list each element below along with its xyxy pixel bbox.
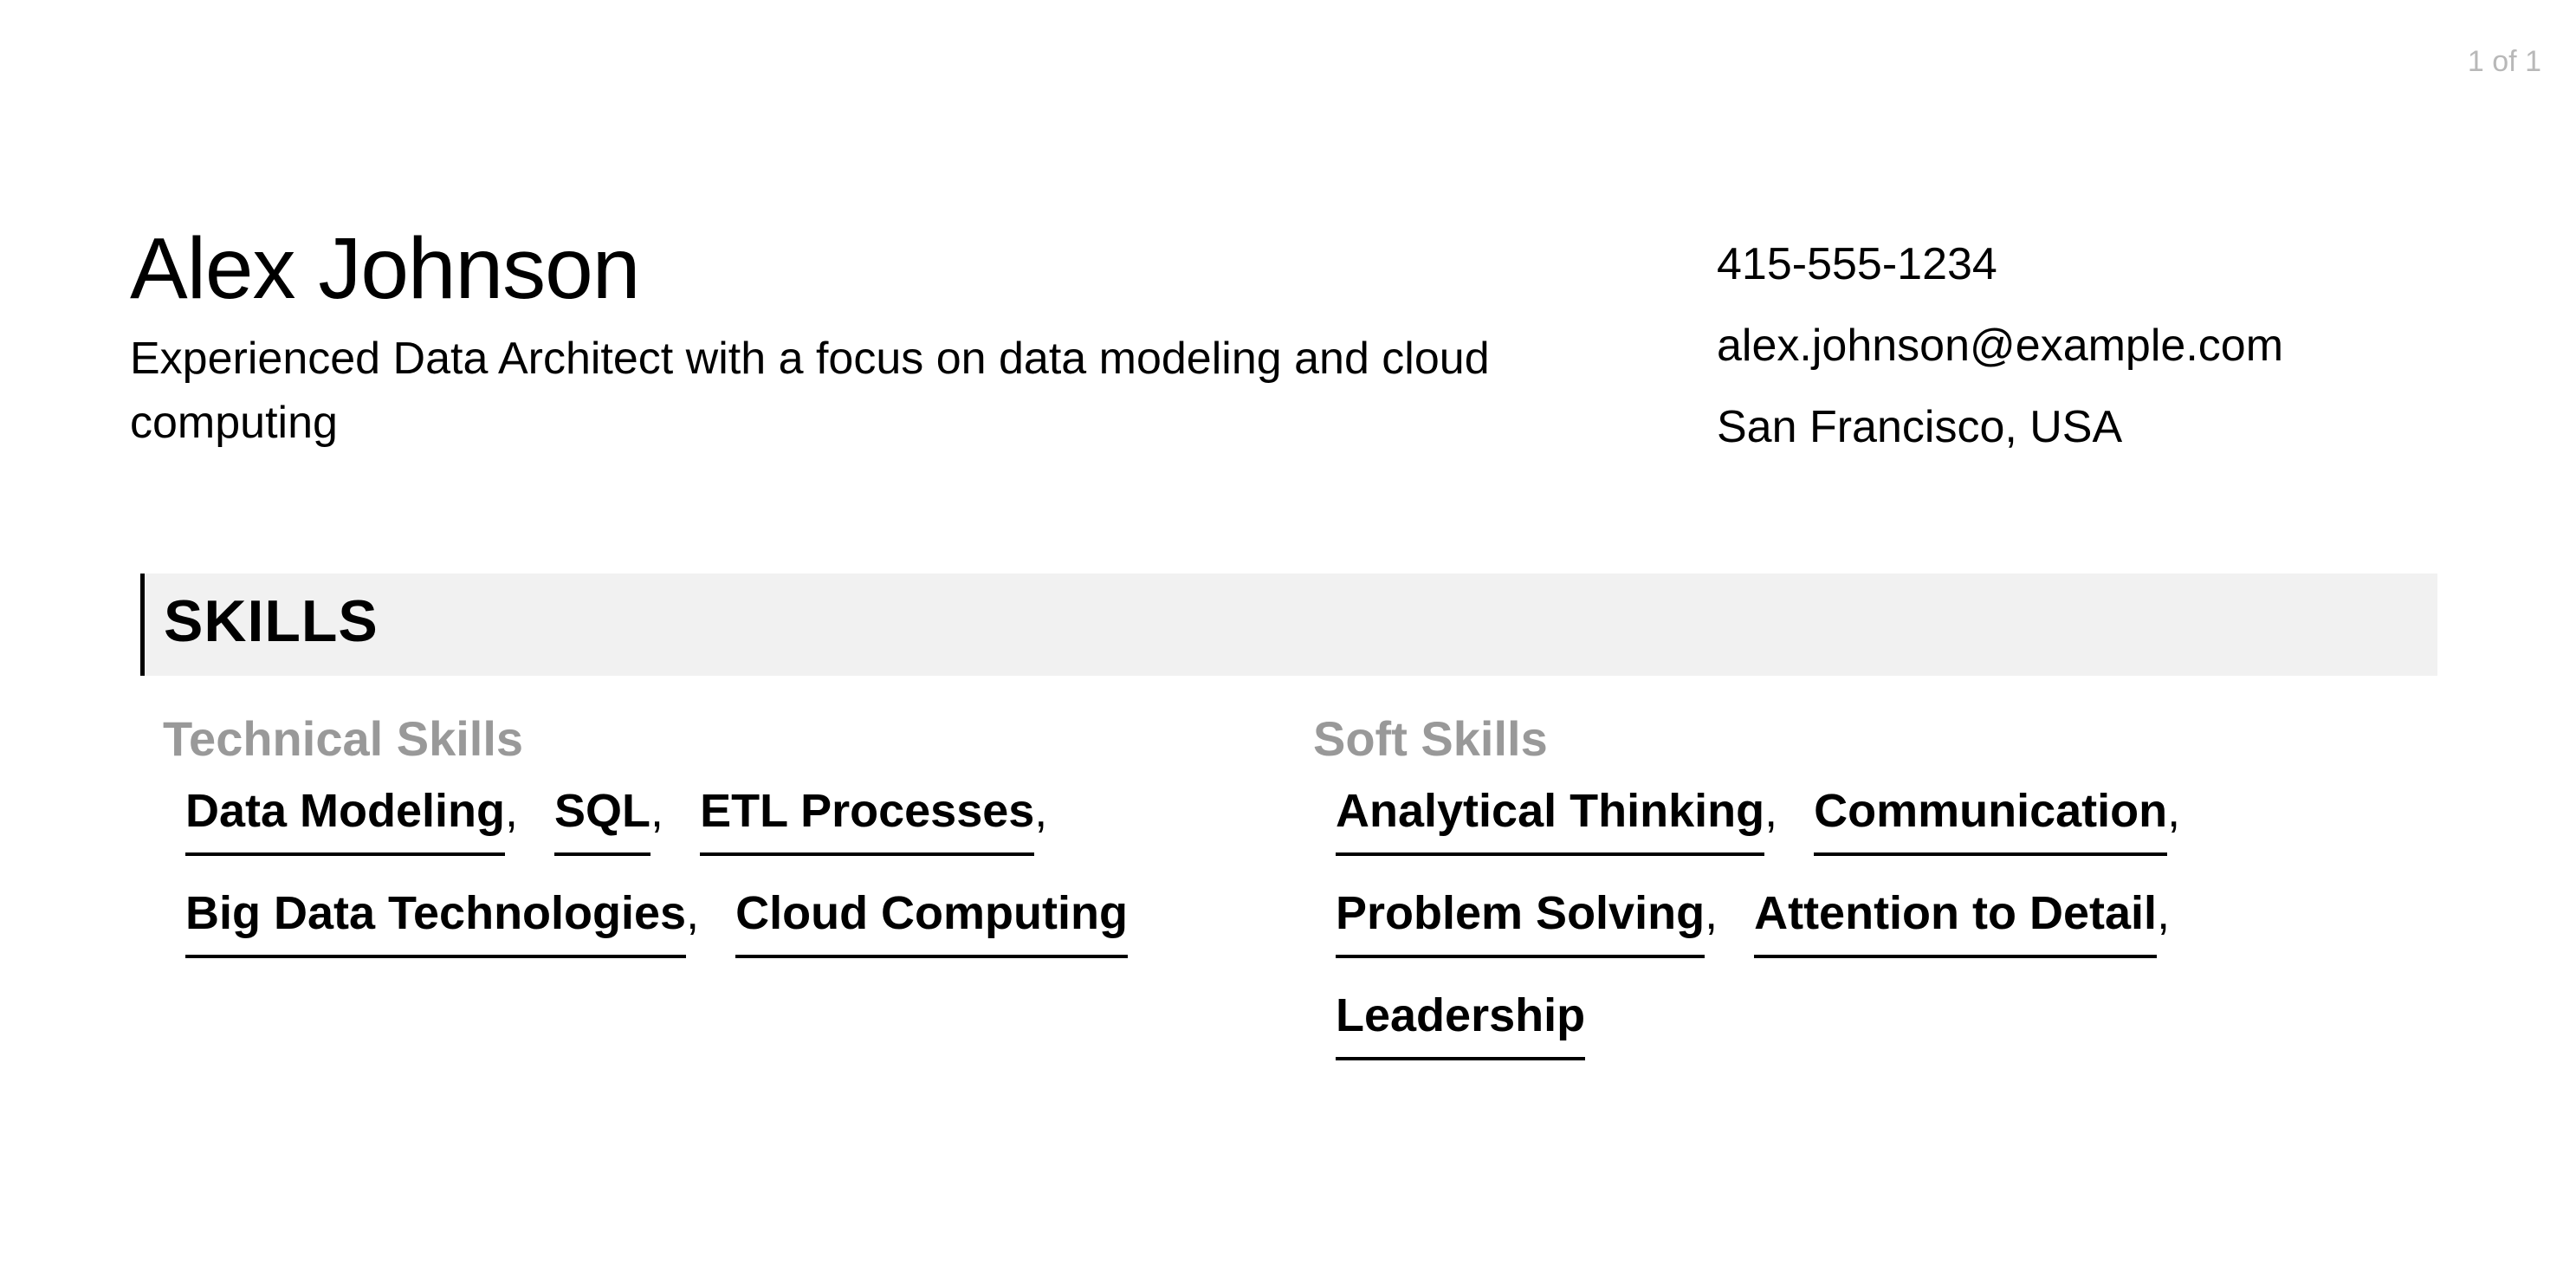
skill-label: Communication (1814, 785, 2168, 856)
soft-skills-title: Soft Skills (1313, 711, 1548, 766)
skill-tag: Problem Solving, (1336, 886, 1718, 958)
contact-email: alex.johnson@example.com (1717, 321, 2284, 371)
skill-tag: ETL Processes, (700, 784, 1048, 856)
skill-label: Data Modeling (185, 785, 506, 856)
professional-summary: Experienced Data Architect with a focus … (130, 334, 1490, 448)
separator: , (1705, 887, 1718, 939)
skill-tag: Communication, (1814, 784, 2181, 856)
skill-tag: Leadership (1336, 989, 1586, 1060)
separator: , (2167, 785, 2181, 837)
technical-skills-title: Technical Skills (163, 711, 524, 766)
skill-label: Big Data Technologies (185, 887, 687, 958)
skill-tag: Cloud Computing (735, 886, 1128, 958)
section-title: SKILLS (164, 588, 379, 654)
contact-phone: 415-555-1234 (1717, 239, 1997, 289)
soft-skills-list: Analytical Thinking, Communication, Proble… (1313, 784, 2401, 1091)
skill-label: Attention to Detail (1754, 887, 2158, 958)
soft-skills-group: Soft Skills Analytical Thinking, Communic… (1313, 710, 2422, 1091)
skill-label: Leadership (1336, 989, 1586, 1060)
separator: , (650, 785, 664, 837)
separator: , (686, 887, 700, 939)
page-indicator: 1 of 1 (2467, 45, 2541, 78)
separator: , (1764, 785, 1778, 837)
skill-tag: Big Data Technologies, (185, 886, 700, 958)
technical-skills-group: Technical Skills Data Modeling, SQL, ETL P… (163, 710, 1272, 989)
skill-tag: SQL, (554, 784, 664, 856)
separator: , (1034, 785, 1048, 837)
skills-section-header: SKILLS (140, 574, 2437, 676)
separator: , (2157, 887, 2171, 939)
contact-info: 415-555-1234 alex.johnson@example.com Sa… (1717, 224, 2283, 468)
resume-header: Alex Johnson Experienced Data Architect … (130, 221, 1654, 455)
skill-label: Problem Solving (1336, 887, 1705, 958)
skill-tag: Attention to Detail, (1754, 886, 2171, 958)
technical-skills-list: Data Modeling, SQL, ETL Processes, Big Data… (163, 784, 1251, 989)
skill-tag: Analytical Thinking, (1336, 784, 1778, 856)
contact-location: San Francisco, USA (1717, 402, 2123, 452)
skill-label: Cloud Computing (735, 887, 1128, 958)
candidate-name: Alex Johnson (130, 220, 640, 317)
skill-label: Analytical Thinking (1336, 785, 1765, 856)
skill-tag: Data Modeling, (185, 784, 519, 856)
separator: , (505, 785, 519, 837)
skill-label: ETL Processes (700, 785, 1035, 856)
skill-label: SQL (554, 785, 651, 856)
